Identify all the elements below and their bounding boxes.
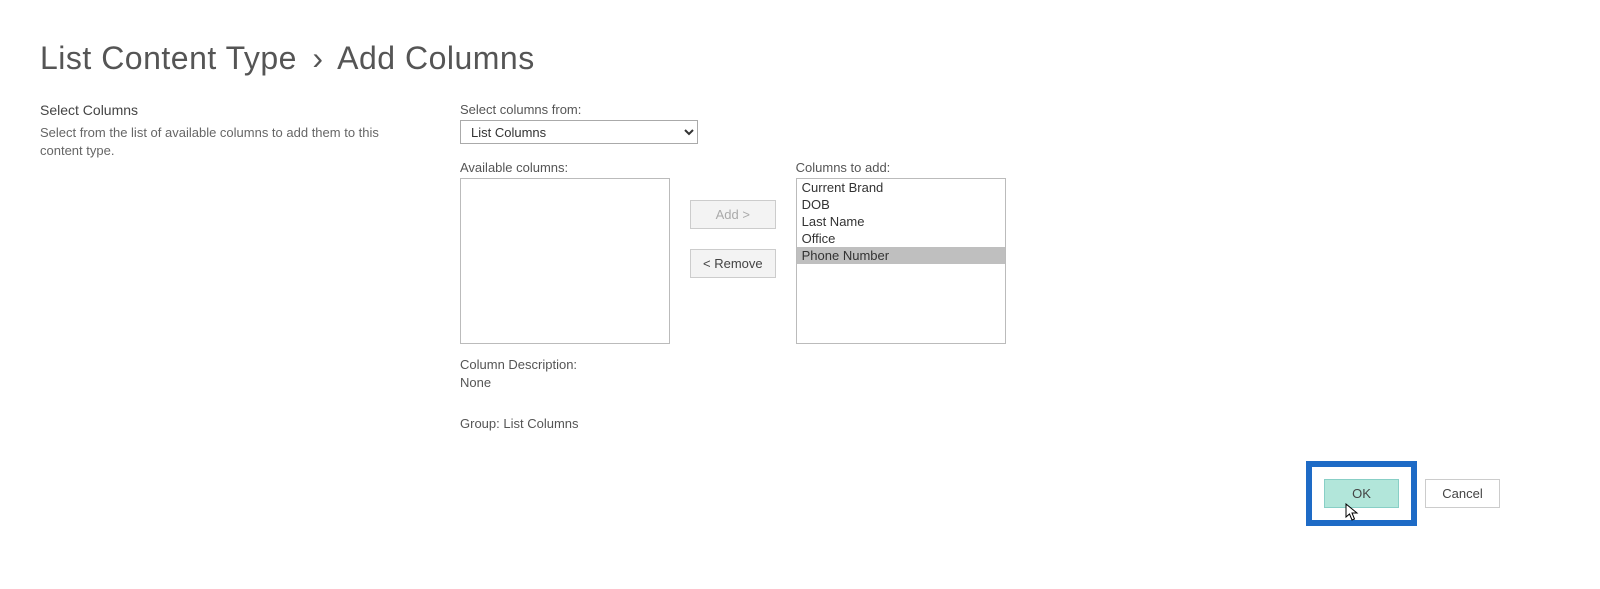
- column-description-label: Column Description:: [460, 356, 1560, 374]
- list-item[interactable]: Last Name: [797, 213, 1005, 230]
- group-value: List Columns: [503, 416, 578, 431]
- available-columns-listbox[interactable]: [460, 178, 670, 344]
- section-description: Select from the list of available column…: [40, 124, 420, 160]
- footer-buttons: OK Cancel: [40, 461, 1560, 526]
- page-title: List Content Type › Add Columns: [40, 40, 1560, 77]
- ok-button[interactable]: OK: [1324, 479, 1399, 508]
- add-button[interactable]: Add >: [690, 200, 776, 229]
- columns-to-add-label: Columns to add:: [796, 160, 1006, 175]
- list-item[interactable]: Office: [797, 230, 1005, 247]
- list-item[interactable]: DOB: [797, 196, 1005, 213]
- breadcrumb-parent[interactable]: List Content Type: [40, 40, 297, 76]
- group-prefix: Group:: [460, 416, 503, 431]
- column-description-value: None: [460, 374, 1560, 392]
- select-from-label: Select columns from:: [460, 102, 1560, 117]
- main-panel: Select columns from: List Columns Availa…: [460, 102, 1560, 431]
- columns-to-add-listbox[interactable]: Current BrandDOBLast NameOfficePhone Num…: [796, 178, 1006, 344]
- available-columns-label: Available columns:: [460, 160, 670, 175]
- cancel-button[interactable]: Cancel: [1425, 479, 1500, 508]
- section-heading: Select Columns: [40, 102, 420, 118]
- breadcrumb-separator-icon: ›: [312, 40, 323, 76]
- breadcrumb-current: Add Columns: [337, 40, 535, 76]
- remove-button[interactable]: < Remove: [690, 249, 776, 278]
- select-columns-from-dropdown[interactable]: List Columns: [460, 120, 698, 144]
- ok-highlight-box: OK: [1306, 461, 1417, 526]
- list-item[interactable]: Phone Number: [797, 247, 1005, 264]
- list-item[interactable]: Current Brand: [797, 179, 1005, 196]
- left-panel: Select Columns Select from the list of a…: [40, 102, 420, 431]
